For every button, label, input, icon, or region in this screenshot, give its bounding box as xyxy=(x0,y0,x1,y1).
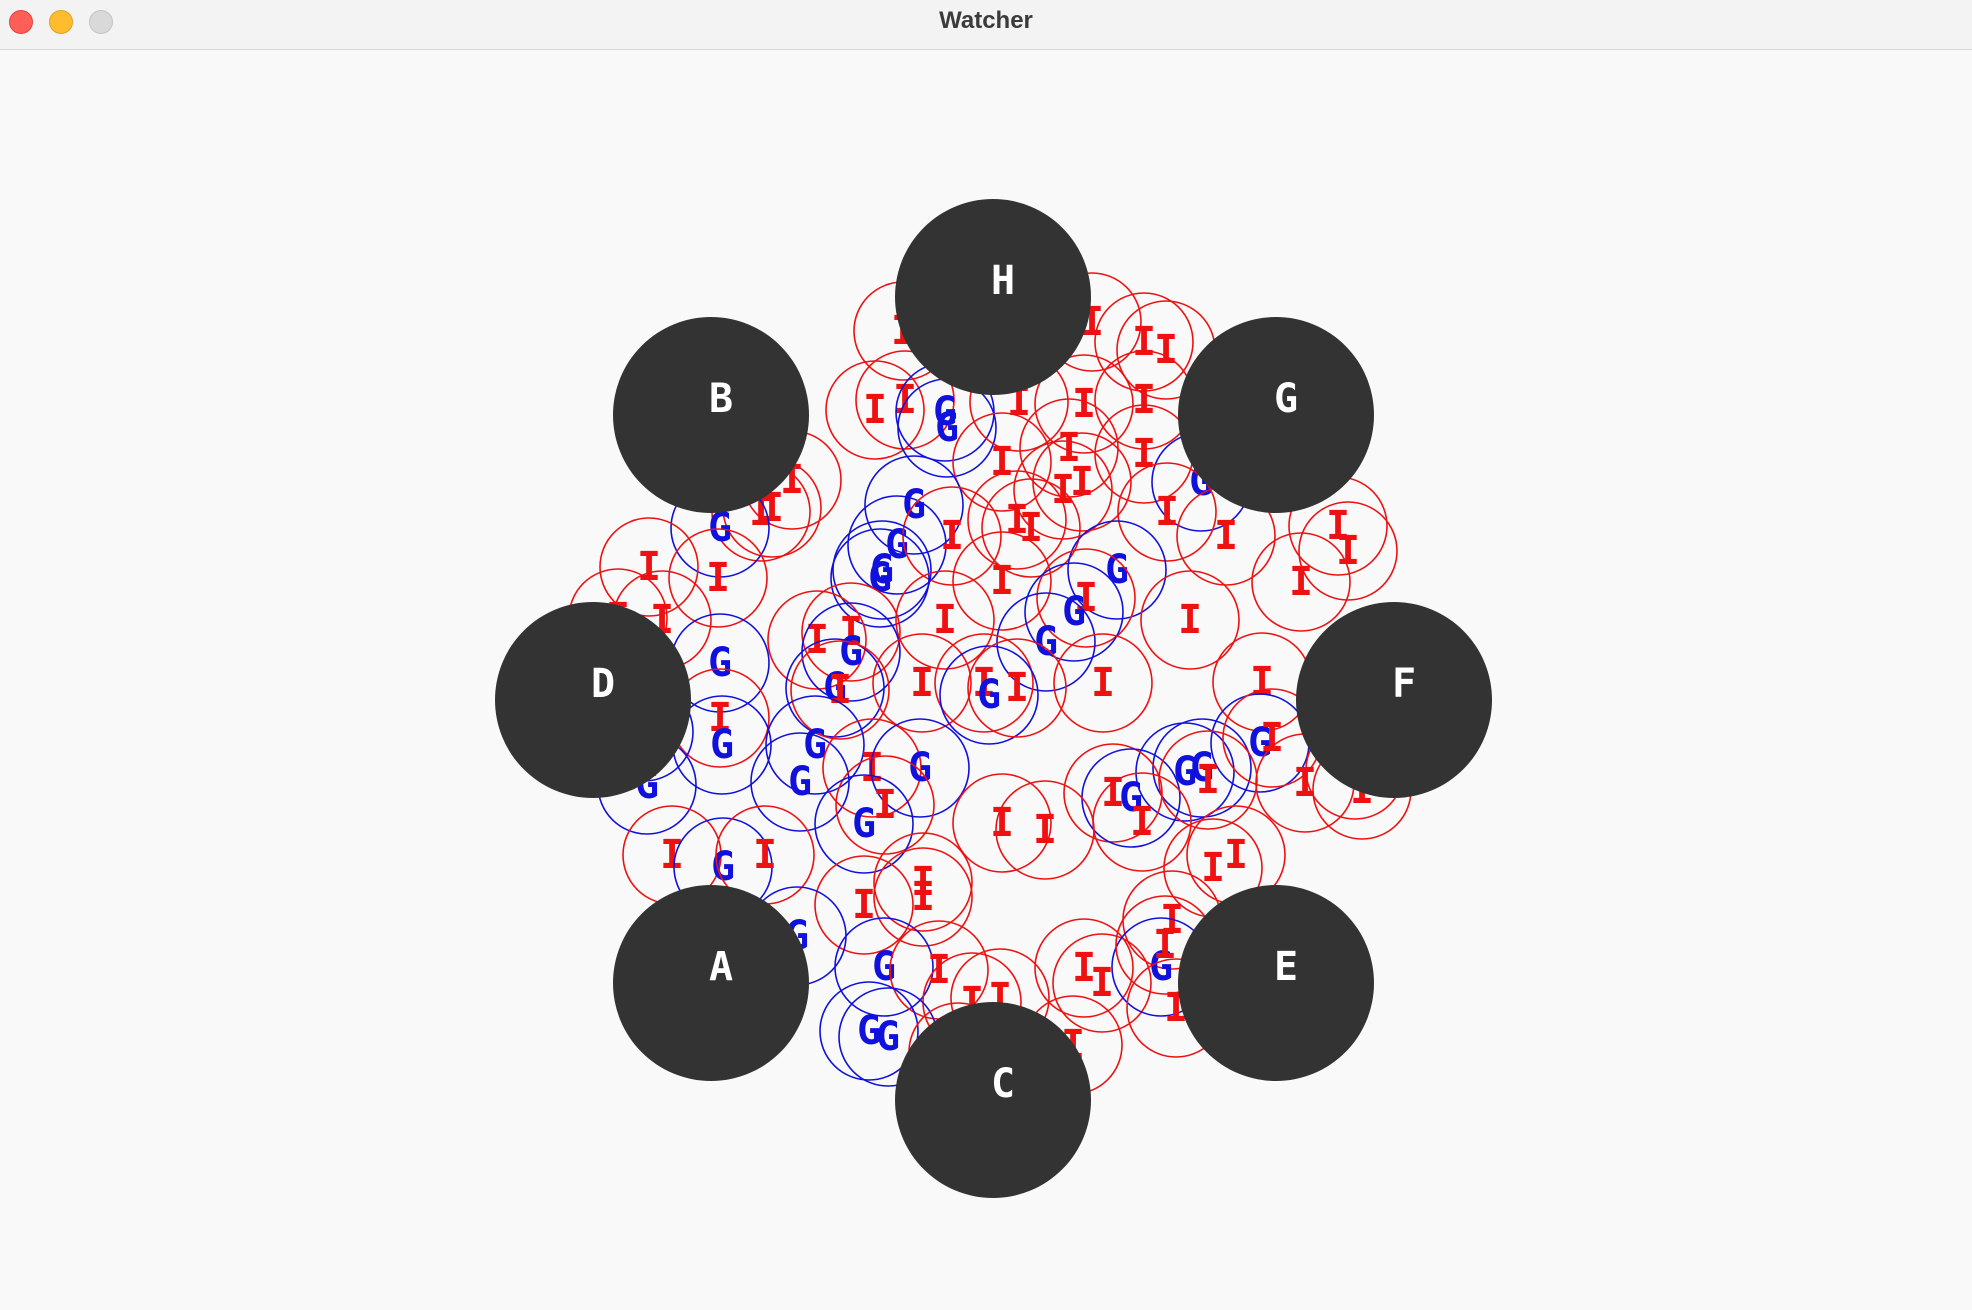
token-label: I xyxy=(1019,505,1043,551)
token-label: I xyxy=(1090,960,1114,1006)
node-c[interactable]: C xyxy=(895,1002,1091,1198)
token-label: I xyxy=(753,832,777,878)
token-label: I xyxy=(1130,799,1154,845)
token-g: G xyxy=(834,917,934,1017)
token-label: G xyxy=(868,555,892,601)
token-label: I xyxy=(863,387,887,433)
node-label: H xyxy=(991,258,1015,304)
token-label: G xyxy=(788,759,812,805)
token-label: I xyxy=(1250,659,1274,705)
token-label: I xyxy=(927,947,951,993)
node-label: F xyxy=(1392,661,1416,707)
node-label: B xyxy=(709,376,733,422)
token-label: G xyxy=(876,1014,900,1060)
token-label: I xyxy=(1196,757,1220,803)
token-i: I xyxy=(1251,532,1351,632)
token-label: I xyxy=(1072,381,1096,427)
token-label: I xyxy=(706,555,730,601)
token-label: G xyxy=(711,844,735,890)
window-title: Watcher xyxy=(939,7,1033,34)
token-label: I xyxy=(828,667,852,713)
token-label: I xyxy=(910,660,934,706)
token-label: I xyxy=(1005,665,1029,711)
token-label: I xyxy=(940,513,964,559)
token-label: I xyxy=(637,544,661,590)
token-label: G xyxy=(708,640,732,686)
node-label: E xyxy=(1274,944,1298,990)
title-bar: Watcher xyxy=(0,0,1972,50)
node-label: A xyxy=(709,944,733,990)
game-board: IIIIIIGGIIIIIIIIGIIIGIIIIIIGIIGIGGIGIIII… xyxy=(495,199,1492,1198)
node-h[interactable]: H xyxy=(895,199,1091,395)
token-label: I xyxy=(1224,832,1248,878)
token-label: G xyxy=(935,405,959,451)
token-label: I xyxy=(1214,513,1238,559)
node-label: C xyxy=(991,1061,1015,1107)
token-i: I xyxy=(1140,570,1240,670)
token-label: I xyxy=(1132,319,1156,365)
token-i: I xyxy=(814,855,914,955)
token-label: G xyxy=(1034,619,1058,665)
token-label: I xyxy=(660,832,684,878)
token-label: I xyxy=(1154,327,1178,373)
token-label: I xyxy=(1091,660,1115,706)
token-label: I xyxy=(1155,489,1179,535)
token-label: I xyxy=(1178,597,1202,643)
node-b[interactable]: B xyxy=(613,317,809,513)
token-label: I xyxy=(1132,431,1156,477)
token-label: I xyxy=(911,874,935,920)
token-label: I xyxy=(873,782,897,828)
node-e[interactable]: E xyxy=(1178,885,1374,1081)
token-label: G xyxy=(908,745,932,791)
token-g: G xyxy=(750,732,850,832)
token-label: G xyxy=(710,722,734,768)
token-label: I xyxy=(990,439,1014,485)
token-i: I xyxy=(1052,933,1152,1033)
token-label: I xyxy=(1153,922,1177,968)
token-label: I xyxy=(1132,377,1156,423)
token-label: I xyxy=(852,882,876,928)
token-g: G xyxy=(847,495,947,595)
token-i: I xyxy=(1053,633,1153,733)
token-label: I xyxy=(1033,807,1057,853)
node-label: D xyxy=(591,661,615,707)
node-label: G xyxy=(1274,376,1298,422)
game-canvas[interactable]: IIIIIIGGIIIIIIIIGIIIGIIIIIIGIIGIGGIGIIII… xyxy=(0,50,1972,1310)
token-label: I xyxy=(1289,559,1313,605)
node-a[interactable]: A xyxy=(613,885,809,1081)
token-label: I xyxy=(990,558,1014,604)
token-i: I xyxy=(835,755,935,855)
node-g[interactable]: G xyxy=(1178,317,1374,513)
token-i: I xyxy=(952,412,1052,512)
app-window: Watcher IIIIIIGGIIIIIIIIGIIIGIIIIIIGIIGI… xyxy=(0,0,1972,1310)
token-label: G xyxy=(1062,589,1086,635)
node-d[interactable]: D xyxy=(495,602,691,798)
token-label: I xyxy=(1260,715,1284,761)
node-f[interactable]: F xyxy=(1296,602,1492,798)
token-label: G xyxy=(977,672,1001,718)
token-label: G xyxy=(852,801,876,847)
